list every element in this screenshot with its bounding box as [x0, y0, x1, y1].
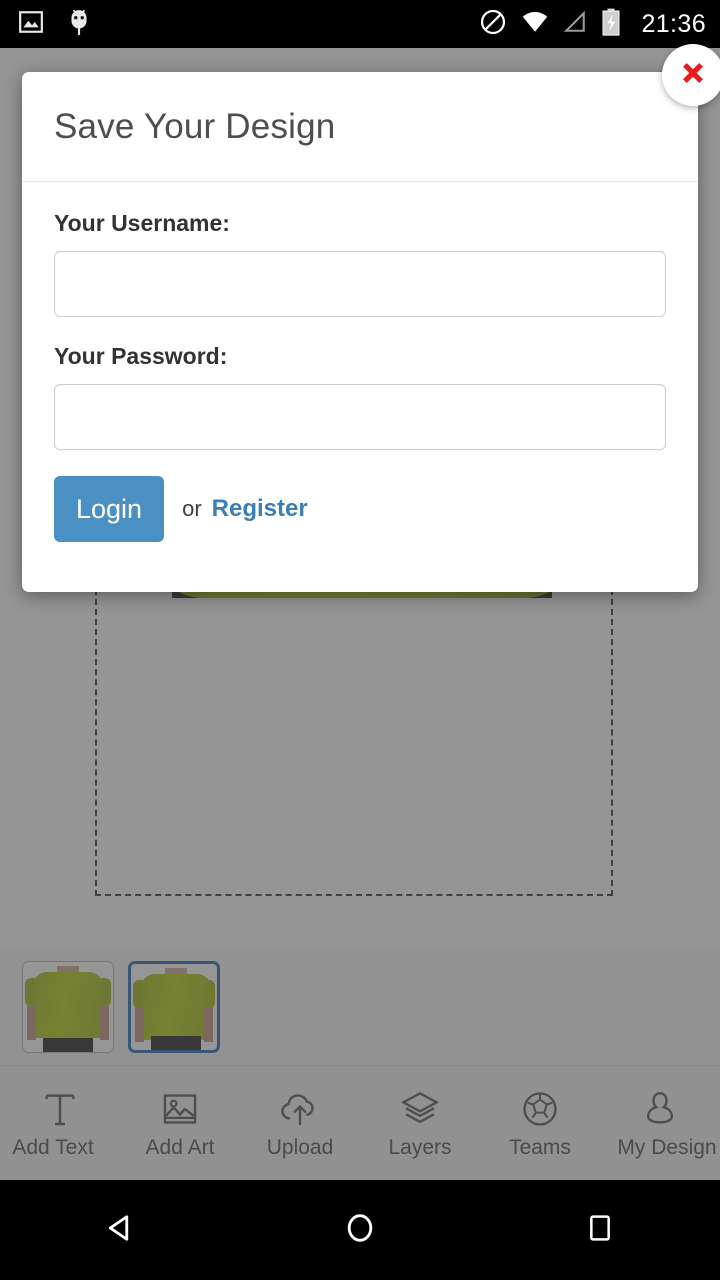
status-bar-left-icons [18, 8, 92, 41]
status-bar: 21:36 [0, 0, 720, 48]
dialog-action-row: Login or Register [54, 476, 666, 542]
username-input[interactable] [54, 251, 666, 317]
login-button[interactable]: Login [54, 476, 165, 542]
dialog-header: Save Your Design [22, 72, 698, 182]
do-not-disturb-icon [479, 8, 507, 41]
battery-charging-icon [601, 8, 621, 41]
username-label: Your Username: [54, 210, 230, 236]
password-input[interactable] [54, 384, 666, 450]
status-bar-clock: 21:36 [641, 9, 706, 38]
close-button[interactable] [662, 44, 720, 106]
cell-signal-icon [563, 10, 587, 39]
circle-icon [342, 1210, 378, 1251]
or-separator-text: or [182, 496, 202, 521]
square-icon [584, 1212, 616, 1249]
android-debug-icon [66, 8, 92, 41]
dialog-body: Your Username: Your Password: Login or R… [22, 182, 698, 542]
wifi-icon [521, 10, 549, 39]
home-button[interactable] [305, 1180, 415, 1280]
android-navigation-bar [0, 1180, 720, 1280]
password-field-group: Your Password: [54, 343, 666, 450]
register-link[interactable]: Register [212, 495, 308, 523]
close-icon [678, 58, 708, 93]
android-screen: 21:36 Save Your Design Your Username: Yo… [0, 0, 720, 1280]
photo-icon [18, 9, 44, 40]
recents-button[interactable] [545, 1180, 655, 1280]
triangle-left-icon [102, 1210, 138, 1251]
dialog-title: Save Your Design [54, 106, 336, 146]
password-label: Your Password: [54, 343, 228, 369]
back-button[interactable] [65, 1180, 175, 1280]
status-bar-right-icons: 21:36 [479, 8, 706, 41]
save-design-dialog: Save Your Design Your Username: Your Pas… [22, 44, 720, 592]
username-field-group: Your Username: [54, 210, 666, 317]
